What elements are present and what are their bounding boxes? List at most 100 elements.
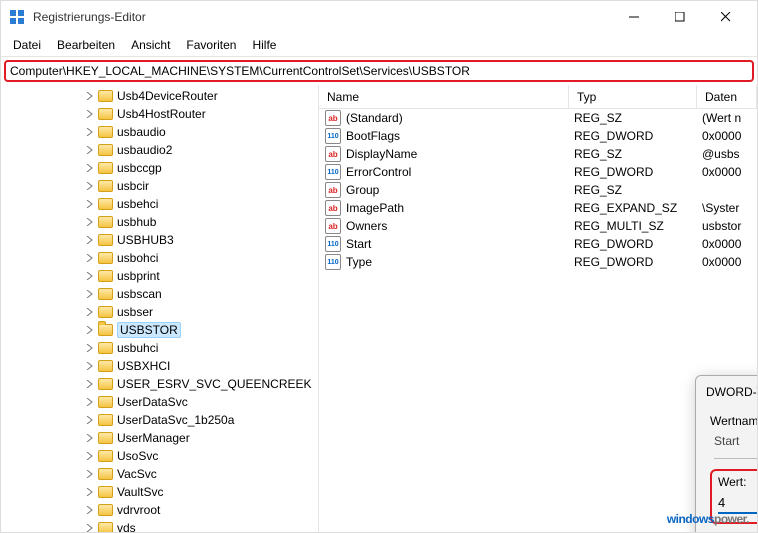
tree-item[interactable]: USBXHCI xyxy=(1,357,318,375)
tree-item[interactable]: usbehci xyxy=(1,195,318,213)
list-row[interactable]: 110ErrorControlREG_DWORD0x0000 xyxy=(319,163,757,181)
chevron-right-icon xyxy=(85,109,95,119)
value-type: REG_DWORD xyxy=(574,237,702,251)
menu-edit[interactable]: Bearbeiten xyxy=(49,36,123,54)
folder-icon xyxy=(98,108,113,120)
folder-icon xyxy=(98,342,113,354)
list-row[interactable]: 110TypeREG_DWORD0x0000 xyxy=(319,253,757,271)
value-name-field: Start xyxy=(714,432,757,459)
tree-item[interactable]: usbaudio xyxy=(1,123,318,141)
tree-item[interactable]: usbccgp xyxy=(1,159,318,177)
chevron-right-icon xyxy=(85,451,95,461)
value-data: 0x0000 xyxy=(702,129,757,143)
tree-item[interactable]: UserManager xyxy=(1,429,318,447)
col-header-name[interactable]: Name xyxy=(319,85,569,108)
chevron-right-icon xyxy=(85,253,95,263)
tree-item[interactable]: usbcir xyxy=(1,177,318,195)
tree-item[interactable]: VaultSvc xyxy=(1,483,318,501)
chevron-right-icon xyxy=(85,91,95,101)
tree-item[interactable]: usbscan xyxy=(1,285,318,303)
dialog-title: DWORD-Wert (32-Bit) bearbeiten xyxy=(706,385,757,399)
folder-icon xyxy=(98,252,113,264)
minimize-button[interactable] xyxy=(611,1,657,33)
binary-value-icon: 110 xyxy=(325,164,341,180)
tree-item[interactable]: USBHUB3 xyxy=(1,231,318,249)
list-row[interactable]: 110StartREG_DWORD0x0000 xyxy=(319,235,757,253)
chevron-right-icon xyxy=(85,433,95,443)
list-row[interactable]: abImagePathREG_EXPAND_SZ\Syster xyxy=(319,199,757,217)
col-header-data[interactable]: Daten xyxy=(697,85,757,108)
tree-item[interactable]: usbohci xyxy=(1,249,318,267)
tree-item[interactable]: usbuhci xyxy=(1,339,318,357)
col-header-type[interactable]: Typ xyxy=(569,85,697,108)
watermark: windowspower. xyxy=(667,507,749,528)
tree-item[interactable]: usbser xyxy=(1,303,318,321)
list-row[interactable]: abOwnersREG_MULTI_SZusbstor xyxy=(319,217,757,235)
value-name: Start xyxy=(346,237,574,251)
tree-item[interactable]: usbprint xyxy=(1,267,318,285)
menu-view[interactable]: Ansicht xyxy=(123,36,178,54)
value-name: DisplayName xyxy=(346,147,574,161)
folder-icon xyxy=(98,486,113,498)
tree-item[interactable]: vdrvroot xyxy=(1,501,318,519)
folder-icon xyxy=(98,504,113,516)
value-data: 0x0000 xyxy=(702,255,757,269)
maximize-button[interactable] xyxy=(657,1,703,33)
tree-item-label: usbehci xyxy=(117,197,158,211)
string-value-icon: ab xyxy=(325,146,341,162)
tree-item-label: usbhub xyxy=(117,215,156,229)
tree-item[interactable]: Usb4HostRouter xyxy=(1,105,318,123)
chevron-right-icon xyxy=(85,217,95,227)
folder-icon xyxy=(98,126,113,138)
registry-tree[interactable]: Usb4DeviceRouterUsb4HostRouterusbaudious… xyxy=(1,85,319,532)
tree-item[interactable]: vds xyxy=(1,519,318,532)
binary-value-icon: 110 xyxy=(325,236,341,252)
tree-item[interactable]: USBSTOR xyxy=(1,321,318,339)
tree-item[interactable]: USER_ESRV_SVC_QUEENCREEK xyxy=(1,375,318,393)
string-value-icon: ab xyxy=(325,200,341,216)
tree-item[interactable]: VacSvc xyxy=(1,465,318,483)
list-row[interactable]: abGroupREG_SZ xyxy=(319,181,757,199)
tree-item-label: Usb4DeviceRouter xyxy=(117,89,218,103)
binary-value-icon: 110 xyxy=(325,254,341,270)
value-data: \Syster xyxy=(702,201,757,215)
folder-icon xyxy=(98,360,113,372)
tree-item-label: UsoSvc xyxy=(117,449,158,463)
tree-item-label: usbcir xyxy=(117,179,149,193)
chevron-right-icon xyxy=(85,127,95,137)
value-type: REG_EXPAND_SZ xyxy=(574,201,702,215)
tree-item-label: UserDataSvc_1b250a xyxy=(117,413,234,427)
menu-favorites[interactable]: Favoriten xyxy=(178,36,244,54)
tree-item-label: VaultSvc xyxy=(117,485,163,499)
tree-item[interactable]: usbaudio2 xyxy=(1,141,318,159)
string-value-icon: ab xyxy=(325,218,341,234)
folder-icon xyxy=(98,144,113,156)
address-bar: Computer\HKEY_LOCAL_MACHINE\SYSTEM\Curre… xyxy=(1,57,757,85)
tree-item-label: usbuhci xyxy=(117,341,158,355)
list-row[interactable]: 110BootFlagsREG_DWORD0x0000 xyxy=(319,127,757,145)
tree-item[interactable]: UserDataSvc_1b250a xyxy=(1,411,318,429)
chevron-right-icon xyxy=(85,343,95,353)
tree-item[interactable]: UsoSvc xyxy=(1,447,318,465)
folder-icon xyxy=(98,216,113,228)
folder-icon xyxy=(98,90,113,102)
tree-item[interactable]: Usb4DeviceRouter xyxy=(1,87,318,105)
tree-item[interactable]: UserDataSvc xyxy=(1,393,318,411)
folder-icon xyxy=(98,396,113,408)
folder-icon xyxy=(98,234,113,246)
regedit-app-icon xyxy=(9,9,25,25)
value-type: REG_SZ xyxy=(574,183,702,197)
value-name-label: Wertname: xyxy=(710,414,757,428)
folder-icon xyxy=(98,288,113,300)
close-button[interactable] xyxy=(703,1,749,33)
list-row[interactable]: abDisplayNameREG_SZ@usbs xyxy=(319,145,757,163)
chevron-right-icon xyxy=(85,145,95,155)
list-row[interactable]: ab(Standard)REG_SZ(Wert n xyxy=(319,109,757,127)
folder-icon xyxy=(98,450,113,462)
address-input[interactable]: Computer\HKEY_LOCAL_MACHINE\SYSTEM\Curre… xyxy=(4,60,754,82)
menu-file[interactable]: Datei xyxy=(5,36,49,54)
value-type: REG_DWORD xyxy=(574,255,702,269)
menu-bar: Datei Bearbeiten Ansicht Favoriten Hilfe xyxy=(1,33,757,57)
tree-item[interactable]: usbhub xyxy=(1,213,318,231)
menu-help[interactable]: Hilfe xyxy=(244,36,284,54)
